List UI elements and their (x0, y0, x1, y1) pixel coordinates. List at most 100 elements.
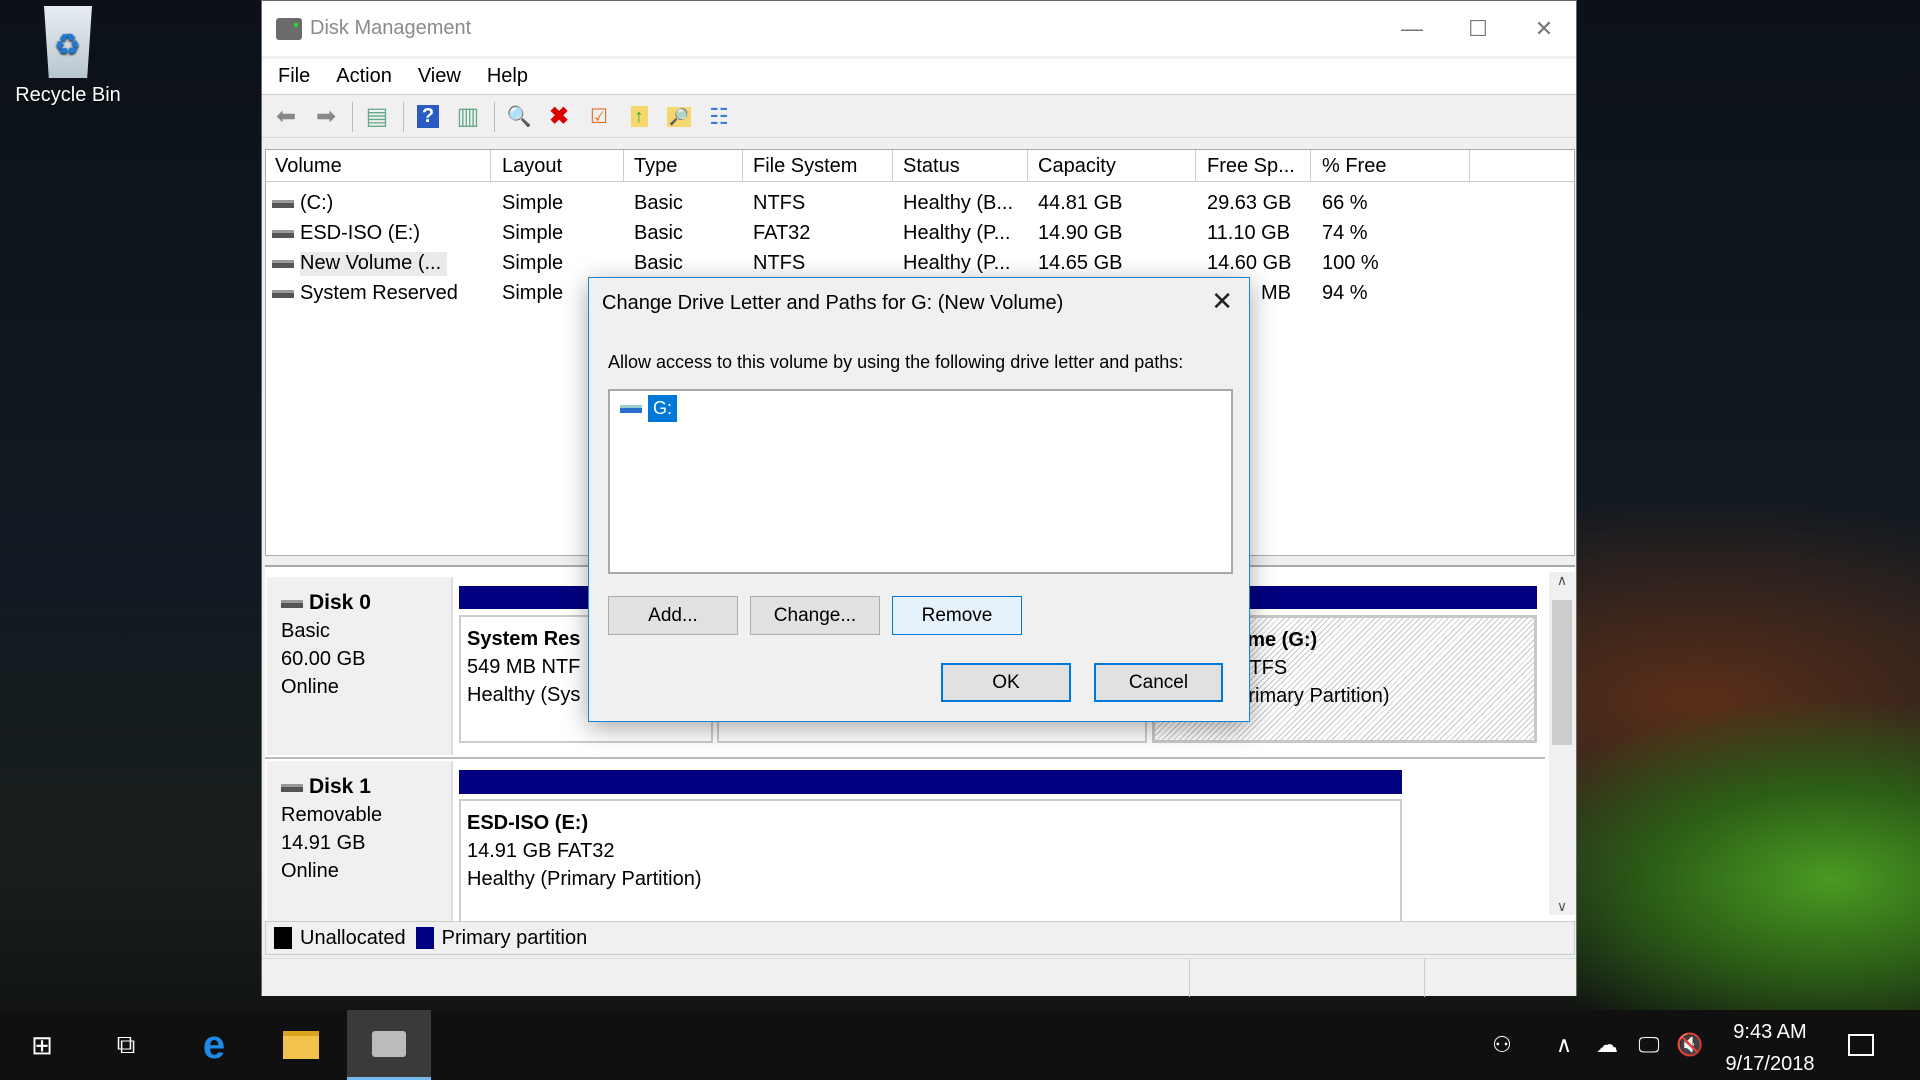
start-button[interactable]: ⊞ (0, 1010, 84, 1080)
clock[interactable]: 9:43 AM 9/17/2018 (1720, 1016, 1820, 1080)
action-center-icon[interactable] (1844, 1010, 1878, 1080)
disk-management-taskbar-button[interactable] (347, 1010, 431, 1080)
column-divider[interactable] (742, 150, 743, 182)
recycle-bin-icon: ♻ (44, 6, 92, 78)
column-divider[interactable] (1027, 150, 1028, 182)
menu-action[interactable]: Action (336, 65, 392, 88)
ok-button[interactable]: OK (941, 663, 1071, 702)
recycle-bin[interactable]: ♻ Recycle Bin (8, 6, 128, 107)
col-layout[interactable]: Layout (502, 155, 562, 178)
status-cell: Healthy (P... (903, 222, 1011, 244)
column-divider[interactable] (1310, 150, 1311, 182)
type-cell: Basic (634, 252, 683, 274)
disk-icon (281, 599, 303, 608)
free-cell: 11.10 GB (1207, 222, 1291, 244)
add-button[interactable]: Add... (608, 596, 738, 635)
show-hidden-icons-chevron-icon[interactable]: ∧ (1550, 1010, 1578, 1080)
col-capacity[interactable]: Capacity (1038, 155, 1116, 178)
change-drive-letter-dialog: Change Drive Letter and Paths for G: (Ne… (588, 277, 1250, 722)
forward-icon[interactable]: ➡ (310, 102, 342, 132)
edge-button[interactable]: e (172, 1010, 256, 1080)
col-volume[interactable]: Volume (275, 155, 342, 178)
toolbar-separator (494, 101, 495, 132)
disk-type: Removable (281, 804, 383, 826)
primary-partition-swatch (415, 927, 434, 949)
menu-view[interactable]: View (418, 65, 461, 88)
file-explorer-button[interactable] (259, 1010, 343, 1080)
task-view-icon: ⧉ (116, 1029, 136, 1059)
partition-strip (459, 770, 1402, 794)
disk-size: 60.00 GB (281, 648, 366, 670)
folder-icon (283, 1031, 319, 1059)
minimize-button[interactable]: — (1392, 9, 1432, 49)
menu-file[interactable]: File (278, 65, 310, 88)
table-row[interactable]: New Volume (... Simple Basic NTFS Health… (266, 247, 1574, 277)
edge-icon: e (202, 1022, 226, 1067)
status-cell: Healthy (P... (903, 252, 1011, 274)
scroll-up-icon[interactable]: ∧ (1549, 572, 1575, 589)
partition-size: 14.91 GB FAT32 (467, 840, 615, 862)
scroll-down-icon[interactable]: ∨ (1549, 898, 1575, 915)
drive-paths-listbox[interactable]: G: (608, 389, 1233, 574)
disk-0-label[interactable]: Disk 0 Basic 60.00 GB Online (267, 577, 453, 755)
volume-icon (272, 289, 294, 298)
layout-cell: Simple (502, 192, 564, 214)
free-cell: 29.63 GB (1207, 192, 1292, 214)
dialog-instruction: Allow access to this volume by using the… (608, 352, 1184, 372)
windows-icon: ⊞ (31, 1029, 53, 1060)
layout-cell: Simple (502, 222, 564, 244)
disk-icon (281, 783, 303, 792)
volume-muted-icon[interactable]: 🔇 (1674, 1010, 1706, 1080)
col-free-space[interactable]: Free Sp... (1207, 155, 1295, 178)
properties-icon[interactable]: ☑ (583, 102, 615, 132)
window-title: Disk Management (310, 17, 472, 39)
remove-button[interactable]: Remove (892, 596, 1022, 635)
network-icon[interactable]: 🖵 (1632, 1010, 1666, 1080)
connect-disk-icon[interactable]: 🔍 (503, 102, 535, 132)
disk-management-icon (372, 1030, 406, 1057)
percent-cell: 66 % (1322, 192, 1368, 214)
checklist-icon[interactable]: ☷ (703, 102, 735, 132)
table-row[interactable]: (C:) Simple Basic NTFS Healthy (B... 44.… (266, 187, 1574, 217)
close-button[interactable]: ✕ (1524, 9, 1564, 49)
export-icon[interactable]: ↑ (623, 102, 655, 132)
layout-cell: Simple (502, 282, 564, 304)
change-button[interactable]: Change... (750, 596, 880, 635)
column-divider[interactable] (892, 150, 893, 182)
column-divider[interactable] (490, 150, 491, 182)
column-divider[interactable] (1469, 150, 1470, 182)
recycle-bin-label: Recycle Bin (15, 84, 121, 106)
vertical-scrollbar[interactable]: ∧ ∨ (1549, 572, 1575, 915)
column-divider[interactable] (1195, 150, 1196, 182)
show-action-pane-icon[interactable]: ▥ (452, 102, 484, 132)
col-status[interactable]: Status (903, 155, 960, 178)
menu-help[interactable]: Help (487, 65, 528, 88)
col-file-system[interactable]: File System (753, 155, 857, 178)
help-icon[interactable]: ? (412, 102, 444, 132)
drive-icon (620, 404, 642, 413)
people-icon[interactable]: ⚇ (1484, 1010, 1520, 1080)
volume-icon (272, 259, 294, 268)
volume-name: New Volume (... (300, 252, 448, 276)
partition-title: ume (G:) (1235, 629, 1318, 651)
delete-icon[interactable]: ✖ (543, 102, 575, 132)
column-divider[interactable] (623, 150, 624, 182)
cancel-button[interactable]: Cancel (1094, 663, 1223, 702)
maximize-button[interactable]: ☐ (1458, 9, 1498, 49)
show-hide-console-tree-icon[interactable]: ▤ (361, 102, 393, 132)
clock-time: 9:43 AM (1733, 1021, 1807, 1043)
back-icon[interactable]: ⬅ (270, 102, 302, 132)
fs-cell: NTFS (753, 252, 806, 274)
table-row[interactable]: ESD-ISO (E:) Simple Basic FAT32 Healthy … (266, 217, 1574, 247)
volume-name: ESD-ISO (E:) (300, 222, 421, 244)
dialog-close-button[interactable]: ✕ (1211, 286, 1233, 317)
partition-esd-iso[interactable]: ESD-ISO (E:) 14.91 GB FAT32 Healthy (Pri… (459, 799, 1402, 924)
onedrive-icon[interactable]: ☁ (1590, 1010, 1624, 1080)
drive-path-item[interactable]: G: (620, 395, 678, 422)
scrollbar-thumb[interactable] (1552, 600, 1572, 745)
find-icon[interactable]: 🔎 (663, 102, 695, 132)
disk-1-label[interactable]: Disk 1 Removable 14.91 GB Online (267, 761, 453, 921)
col-type[interactable]: Type (634, 155, 677, 178)
task-view-button[interactable]: ⧉ (84, 1010, 168, 1080)
col-percent-free[interactable]: % Free (1322, 155, 1386, 178)
